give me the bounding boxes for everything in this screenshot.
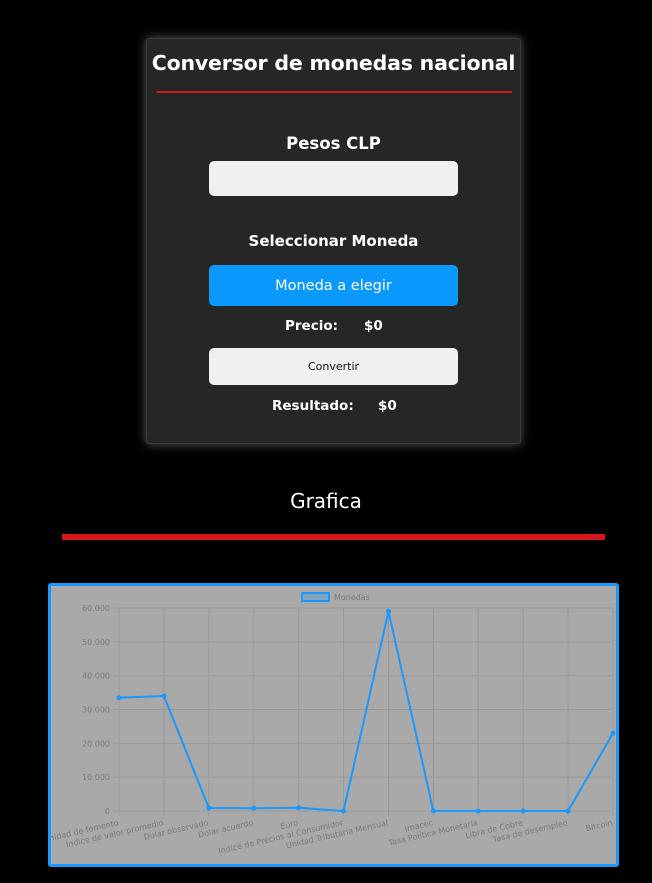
converter-card: Conversor de monedas nacional Pesos CLP …	[146, 38, 521, 444]
line-chart: 010.00020.00030.00040.00050.00060.000Uni…	[51, 592, 616, 856]
data-point	[341, 808, 347, 814]
data-point	[610, 730, 616, 736]
data-point	[206, 805, 212, 811]
price-label: Precio:	[285, 318, 339, 334]
y-tick-label: 50.000	[82, 638, 110, 647]
result-value: $0	[378, 398, 397, 414]
price-value: $0	[364, 318, 383, 334]
converter-title: Conversor de monedas nacional	[151, 51, 516, 75]
title-divider	[157, 91, 512, 93]
y-tick-label: 60.000	[82, 604, 110, 613]
data-point	[385, 608, 391, 614]
y-tick-label: 10.000	[82, 773, 110, 782]
chart-section-title: Grafica	[290, 489, 362, 513]
clp-label: Pesos CLP	[286, 134, 381, 153]
chart-section-divider	[62, 534, 605, 540]
convert-button[interactable]: Convertir	[209, 348, 458, 385]
y-tick-label: 0	[105, 807, 110, 816]
currency-select[interactable]: Moneda a elegir	[209, 265, 458, 306]
y-tick-label: 40.000	[82, 672, 110, 681]
data-point	[565, 808, 571, 814]
clp-input[interactable]	[209, 161, 458, 196]
data-point	[430, 808, 436, 814]
y-tick-label: 30.000	[82, 706, 110, 715]
chart-container: 0 10.000 20.000 30.000 40.000 50.000 60.000 Uni…	[48, 583, 619, 867]
x-tick-label: Bitcoin	[585, 818, 614, 833]
data-point	[116, 695, 122, 701]
legend-label: Monedas	[334, 593, 370, 602]
result-label: Resultado:	[272, 398, 354, 414]
data-point	[296, 805, 302, 811]
currency-select-label: Seleccionar Moneda	[248, 232, 419, 250]
data-point	[251, 805, 257, 811]
data-point	[475, 808, 481, 814]
series-line	[118, 610, 614, 812]
y-tick-label: 20.000	[82, 739, 110, 748]
legend-swatch	[301, 592, 330, 602]
data-point	[520, 808, 526, 814]
data-point	[161, 693, 167, 699]
